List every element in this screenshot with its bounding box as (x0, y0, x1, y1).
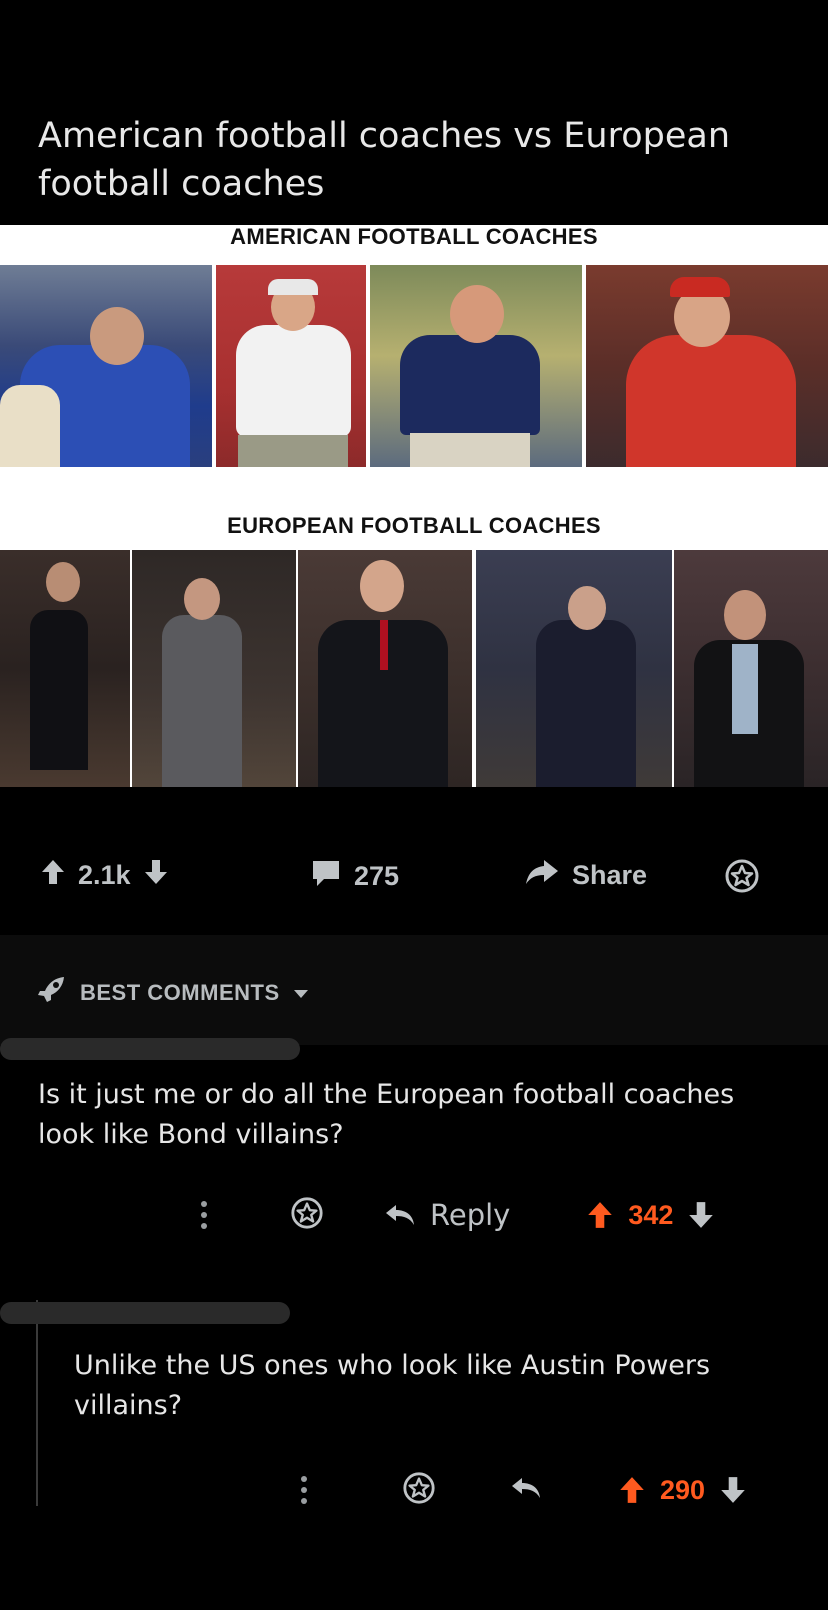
reply-button[interactable]: Reply (384, 1198, 510, 1232)
upvote-icon[interactable] (586, 1200, 614, 1230)
upvote-icon[interactable] (618, 1475, 646, 1505)
downvote-icon[interactable] (687, 1200, 715, 1230)
comment-2-vote-group: 290 (618, 1475, 747, 1506)
redacted-username (0, 1038, 300, 1060)
comment-count: 275 (354, 861, 400, 891)
photo-american-coach-2 (216, 265, 366, 467)
photo-european-coach-5 (674, 550, 828, 787)
reply-label: Reply (430, 1198, 511, 1232)
award-icon[interactable] (290, 1196, 324, 1235)
photo-european-coach-3 (298, 550, 472, 787)
comment-2-text: Unlike the US ones who look like Austin … (74, 1350, 711, 1421)
post-vote-count: 2.1k (78, 860, 131, 890)
rocket-icon (36, 975, 68, 1011)
photo-american-coach-4 (586, 265, 828, 467)
sort-label: BEST COMMENTS (80, 980, 280, 1005)
comment-1-actions: Reply 342 (196, 1195, 715, 1235)
more-options-icon[interactable] (296, 1475, 312, 1505)
photo-american-coach-3 (370, 265, 582, 467)
redacted-username (0, 1302, 290, 1324)
share-button[interactable]: Share (524, 858, 647, 893)
chevron-down-icon (292, 980, 310, 1006)
comment-2-vote-count: 290 (660, 1474, 706, 1505)
share-icon (524, 858, 560, 893)
comment-sort-bar[interactable]: BEST COMMENTS (0, 935, 828, 1045)
award-icon (724, 858, 760, 901)
comment-1-text: Is it just me or do all the European foo… (38, 1079, 735, 1150)
downvote-icon[interactable] (143, 858, 169, 893)
more-options-icon[interactable] (196, 1200, 212, 1230)
post-image[interactable]: AMERICAN FOOTBALL COACHES EUROPEAN FOOTB… (0, 225, 828, 787)
post-action-bar: 2.1k 275 Share (0, 850, 828, 910)
reply-icon[interactable] (510, 1476, 542, 1505)
upvote-icon[interactable] (40, 858, 66, 893)
comment-1-vote-group: 342 (586, 1200, 715, 1231)
post-title: American football coaches vs European fo… (38, 116, 731, 204)
photo-european-coach-4 (476, 550, 672, 787)
thread-line (36, 1300, 38, 1506)
post-vote-group: 2.1k (40, 858, 169, 893)
photo-american-coach-1 (0, 265, 212, 467)
image-bottom-label: EUROPEAN FOOTBALL COACHES (227, 513, 601, 538)
comments-button[interactable]: 275 (310, 858, 399, 895)
photo-european-coach-2 (132, 550, 296, 787)
comment-icon (310, 858, 342, 895)
award-icon[interactable] (402, 1471, 436, 1510)
share-label: Share (572, 860, 648, 890)
image-top-label: AMERICAN FOOTBALL COACHES (230, 224, 598, 249)
comment-1-vote-count: 342 (628, 1199, 674, 1230)
downvote-icon[interactable] (719, 1475, 747, 1505)
photo-european-coach-1 (0, 550, 130, 787)
award-button[interactable] (724, 858, 760, 901)
comment-2-actions: 290 (296, 1470, 747, 1510)
